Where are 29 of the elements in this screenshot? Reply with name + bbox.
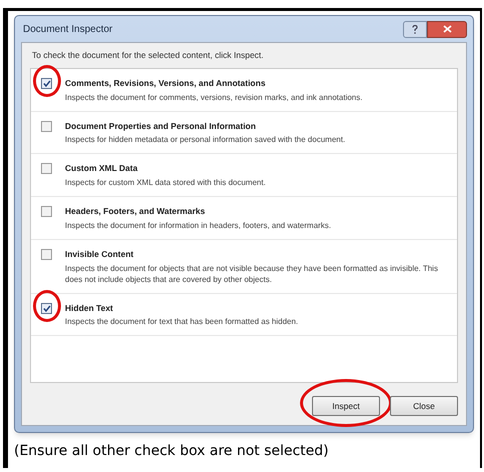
checkbox[interactable]	[41, 163, 52, 174]
option-title: Headers, Footers, and Watermarks	[65, 205, 206, 218]
caption-text: (Ensure all other check box are not selected)	[14, 442, 330, 461]
option-title: Comments, Revisions, Versions, and Annotations	[65, 76, 266, 90]
checkbox[interactable]	[41, 206, 52, 217]
dialog-button[interactable]: Close	[390, 396, 458, 416]
close-button[interactable]	[427, 20, 467, 38]
window-title: Document Inspector	[22, 22, 112, 36]
help-icon	[412, 24, 418, 34]
option-description: Inspects for hidden metadata or personal information saved with the document.	[65, 134, 346, 146]
check-icon	[42, 80, 50, 87]
checkbox[interactable]	[41, 248, 52, 260]
option-title: Document Properties and Personal Information	[65, 120, 257, 132]
dialog-button[interactable]: Inspect	[312, 396, 380, 416]
option-description: Inspects for custom XML data stored with this document.	[65, 177, 266, 188]
check-icon	[42, 304, 50, 312]
help-button[interactable]	[403, 20, 427, 38]
option-description: Inspects the document for comments, versions, revision marks, and ink annotations.	[65, 92, 362, 102]
checkbox[interactable]	[41, 302, 52, 314]
option-description: Inspects the document for text that has been formatted as hidden.	[65, 316, 298, 328]
option-description: Inspects the document for objects that are not visible because they have been formatted as invisible. This does not include objects that are covered by other objects.	[65, 262, 439, 284]
option-title: Hidden Text	[65, 302, 114, 314]
option-description: Inspects the document for information in headers, footers, and watermarks.	[65, 220, 331, 231]
checkbox[interactable]	[41, 120, 52, 132]
checkbox[interactable]	[41, 78, 52, 89]
option-title: Invisible Content	[65, 248, 134, 260]
instruction-text: To check the document for the selected content, click Inspect.	[31, 49, 265, 62]
close-icon	[442, 25, 452, 33]
option-title: Custom XML Data	[65, 162, 139, 175]
